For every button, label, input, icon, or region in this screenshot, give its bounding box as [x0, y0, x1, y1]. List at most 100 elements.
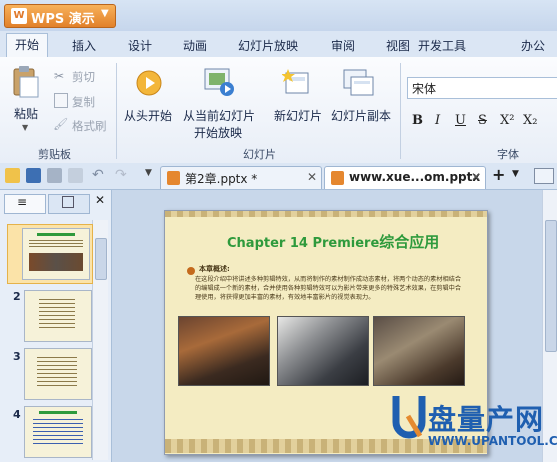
tab-outline[interactable]: ≡: [4, 194, 46, 214]
tab-slides[interactable]: [48, 194, 90, 214]
tab-home[interactable]: 开始: [6, 33, 49, 58]
slide-title-en: Chapter 14 Premiere: [227, 236, 380, 251]
slide-title: Chapter 14 Premiere综合应用: [227, 231, 439, 252]
thumbnail-number: 4: [13, 408, 21, 421]
scrollbar[interactable]: [542, 190, 557, 462]
new-tab-icon[interactable]: +: [492, 165, 505, 184]
slide-photo-monster: [373, 316, 465, 386]
group-separator: [116, 63, 117, 159]
title-bar: W WPS 演示 ▼: [0, 0, 557, 31]
open-icon[interactable]: [5, 168, 20, 183]
scrollbar[interactable]: [92, 220, 108, 460]
thumb-title: [37, 233, 75, 236]
slide-thumbnail-3[interactable]: [24, 348, 92, 400]
underline-button[interactable]: U: [455, 113, 466, 128]
window-layout-icon[interactable]: [534, 168, 554, 184]
tab-insert[interactable]: 插入: [72, 35, 96, 57]
font-name-field[interactable]: 宋体: [407, 77, 557, 99]
slide-heading: 本章概述:: [199, 265, 230, 273]
chevron-down-icon[interactable]: ▼: [22, 123, 28, 132]
thumb-title: [39, 411, 77, 414]
app-name: WPS 演示: [31, 12, 95, 27]
slide-thumbnail-1[interactable]: [22, 228, 90, 280]
watermark-url: WWW.UPANTOOL.COM: [428, 434, 557, 448]
wps-menu-button[interactable]: W WPS 演示 ▼: [4, 4, 116, 28]
slide-photo-warrior-fire: [178, 316, 270, 386]
slide-body-text: 在这段介绍中将讲述多种剪辑特效，从而将制作的素材制作成动态素材，将两个动态的素材…: [195, 276, 462, 301]
wps-logo-icon: W: [11, 8, 27, 24]
group-separator: [400, 63, 401, 159]
cut-button[interactable]: 剪切: [72, 69, 95, 85]
upantool-logo-icon: [392, 394, 426, 442]
tab-developer[interactable]: 开发工具: [416, 35, 469, 57]
quick-access-bar: ↶ ↷ ▼ 第2章.pptx * ✕ www.xue...om.pptx ✕ +…: [0, 163, 557, 190]
strikethrough-button[interactable]: S: [478, 113, 487, 128]
thumb-text: [39, 299, 75, 329]
paste-button[interactable]: 粘贴: [14, 105, 38, 122]
tab-office[interactable]: 办公: [521, 35, 545, 57]
outline-icon: ≡: [17, 195, 28, 209]
redo-icon[interactable]: ↷: [115, 167, 127, 183]
slide-thumbnail-2[interactable]: [24, 290, 92, 342]
thumb-text: [37, 357, 77, 389]
save-icon[interactable]: [26, 168, 41, 183]
group-label-slides: 幻灯片: [243, 148, 276, 161]
scrollbar-thumb[interactable]: [95, 238, 107, 280]
slide-border-top: [165, 211, 487, 217]
format-painter-icon: 🖌: [53, 117, 69, 131]
thumbnail-number: 2: [13, 290, 21, 303]
group-label-font: 字体: [497, 148, 519, 161]
thumb-text: [29, 240, 83, 248]
scrollbar-thumb[interactable]: [545, 220, 557, 352]
presentation-file-icon: [167, 171, 180, 185]
slides-icon: [62, 196, 74, 208]
tab-review[interactable]: 审阅: [331, 35, 355, 57]
slide-title-cn: 综合应用: [379, 233, 440, 251]
print-icon[interactable]: [47, 168, 62, 183]
duplicate-slide-icon[interactable]: [343, 69, 375, 97]
slide-photo-armored-knight: [277, 316, 369, 386]
font-name-value: 宋体: [412, 82, 437, 96]
group-label-clipboard: 剪贴板: [38, 148, 71, 161]
play-from-start-icon[interactable]: [135, 69, 163, 97]
slide-thumbnail-panel: ≡ ✕ 1 2 3 4: [0, 190, 112, 462]
subscript-button[interactable]: X₂: [523, 113, 537, 128]
play-from-current-button[interactable]: 从当前幻灯片: [183, 107, 255, 124]
superscript-button[interactable]: X²: [500, 113, 514, 128]
close-icon[interactable]: ✕: [307, 170, 317, 184]
paste-icon[interactable]: [10, 65, 40, 99]
watermark-brand: 盘量产网: [428, 403, 545, 436]
play-from-current-line2[interactable]: 开始放映: [194, 124, 242, 141]
slide-thumbnail-4[interactable]: [24, 406, 92, 458]
new-slide-button[interactable]: 新幻灯片: [274, 107, 322, 124]
undo-icon[interactable]: ↶: [92, 167, 104, 183]
tab-slideshow[interactable]: 幻灯片放映: [238, 35, 298, 57]
customize-toolbar-icon[interactable]: ▼: [145, 168, 152, 178]
chevron-down-icon[interactable]: ▼: [512, 169, 519, 179]
tab-animation[interactable]: 动画: [183, 35, 207, 57]
thumb-text: [33, 419, 83, 447]
copy-button[interactable]: 复制: [72, 94, 95, 110]
copy-icon: [54, 93, 68, 108]
duplicate-slide-button[interactable]: 幻灯片副本: [331, 107, 391, 124]
ribbon-tabs: 开始 插入 设计 动画 幻灯片放映 审阅 视图 开发工具 办公: [0, 31, 557, 58]
presentation-file-icon: [331, 171, 344, 185]
bold-button[interactable]: B: [412, 113, 423, 128]
close-icon[interactable]: ✕: [95, 193, 105, 207]
tab-design[interactable]: 设计: [128, 35, 152, 57]
doc-tab[interactable]: 第2章.pptx * ✕: [160, 166, 322, 189]
play-from-current-icon[interactable]: [203, 67, 235, 97]
format-painter-button[interactable]: 格式刷: [72, 118, 107, 134]
tab-view[interactable]: 视图: [386, 35, 410, 57]
thumb-photos: [29, 253, 83, 271]
doc-tab-active[interactable]: www.xue...om.pptx ✕: [324, 166, 486, 189]
doc-tab-title: www.xue...om.pptx: [349, 170, 481, 184]
close-icon[interactable]: ✕: [471, 170, 481, 184]
new-slide-icon[interactable]: [281, 67, 312, 97]
scissors-icon: ✂: [54, 69, 65, 83]
italic-button[interactable]: I: [435, 113, 440, 128]
bullet-icon: [187, 267, 195, 275]
print-preview-icon[interactable]: [68, 168, 83, 183]
doc-tab-title: 第2章.pptx *: [185, 172, 258, 186]
play-from-start-button[interactable]: 从头开始: [124, 107, 172, 124]
